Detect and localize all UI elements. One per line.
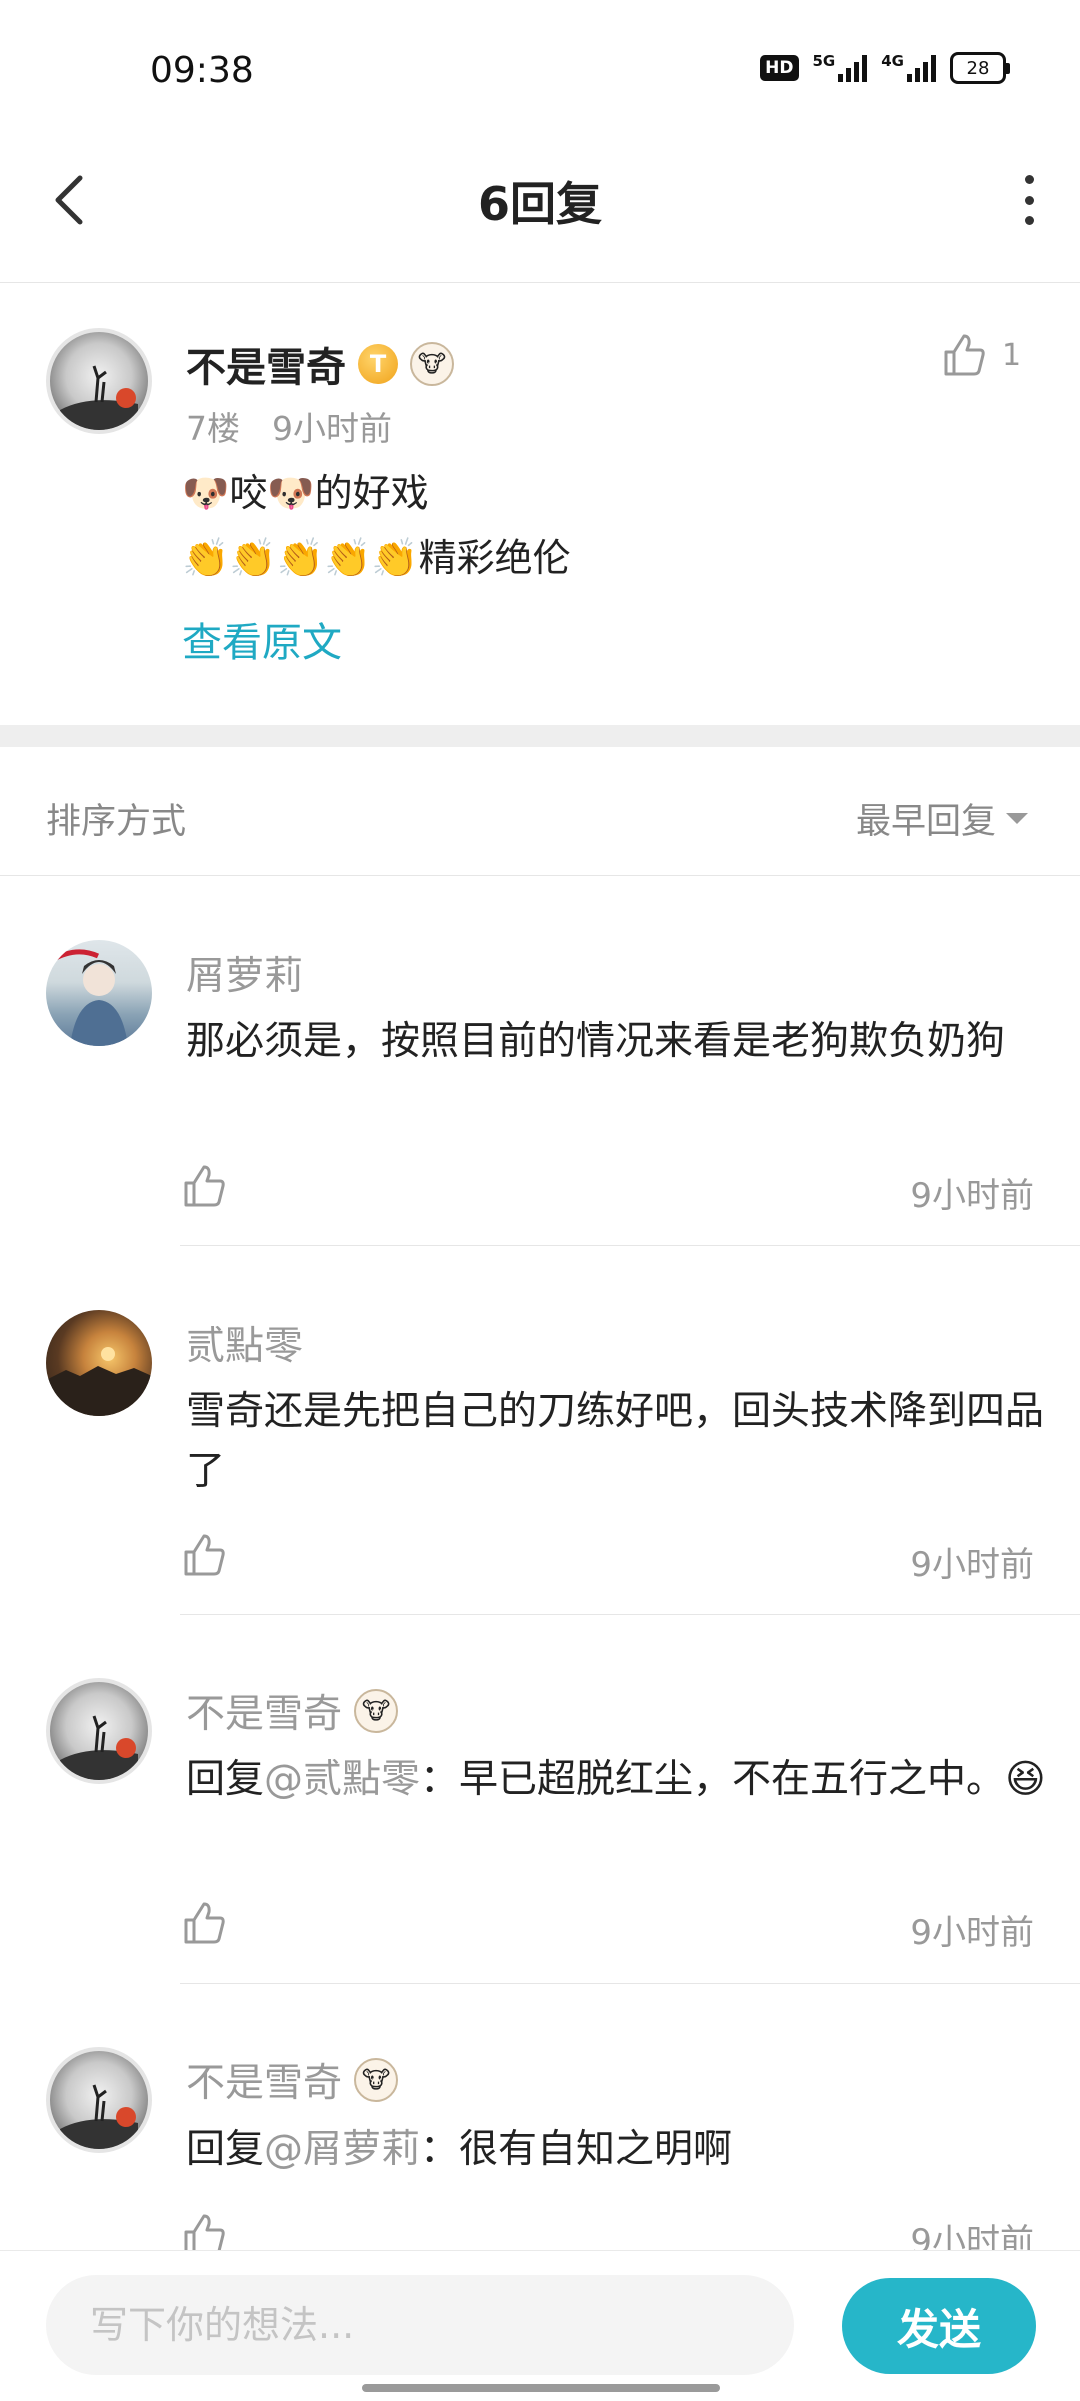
view-original-link[interactable]: 查看原文 (182, 610, 342, 668)
comment-input[interactable] (46, 2275, 794, 2375)
home-indicator[interactable] (362, 2384, 720, 2392)
avatar[interactable] (46, 2047, 152, 2153)
reply-divider (180, 1245, 1080, 1246)
sort-divider (0, 875, 1080, 876)
signal-5g-icon: 5G (813, 54, 868, 82)
level-badge-icon: T (358, 344, 398, 384)
thumbs-up-icon[interactable] (182, 1163, 226, 1209)
reply-author-row: 不是雪奇 🐮 (186, 2052, 399, 2108)
reply-text: 雪奇还是先把自己的刀练好吧，回头技术降到四品了 (186, 1389, 1045, 1494)
mention-link[interactable]: @屑萝莉 (264, 2127, 420, 2172)
reply-divider (180, 1614, 1080, 1615)
sort-value: 最早回复 (855, 802, 996, 842)
reply-time: 9小时前 (910, 1176, 1034, 1216)
status-icons: HD 5G 4G 28 (760, 52, 1010, 84)
reply-body: ：很有自知之明啊 (420, 2127, 733, 2172)
page-title: 6回复 (477, 177, 602, 231)
sort-label: 排序方式 (46, 802, 187, 842)
thumbs-up-icon[interactable] (942, 332, 986, 378)
op-floor: 7楼 (186, 409, 240, 448)
avatar[interactable] (46, 1310, 152, 1416)
avatar[interactable] (46, 328, 152, 434)
thumbs-up-icon[interactable] (182, 1532, 226, 1578)
section-separator (0, 725, 1080, 747)
op-author-row: 不是雪奇 T 🐮 (186, 335, 454, 393)
reply-author-name[interactable]: 贰點零 (186, 1315, 303, 1371)
op-text-line2: 👏👏👏👏👏精彩绝伦 (182, 536, 571, 580)
sort-dropdown[interactable]: 最早回复 (856, 793, 1028, 844)
reply-time: 9小时前 (910, 1913, 1034, 1953)
mention-link[interactable]: @贰點零 (264, 1757, 420, 1802)
status-time: 09:38 (150, 50, 254, 91)
thumbs-up-icon[interactable] (182, 1900, 226, 1946)
reply-text: 那必须是，按照目前的情况来看是老狗欺负奶狗 (186, 1019, 1006, 1064)
reply-author-row: 不是雪奇 🐮 (186, 1683, 399, 1739)
header-divider (0, 282, 1080, 283)
op-text-line1: 🐶咬🐶的好戏 (182, 471, 429, 515)
reply-text: 回复@贰點零：早已超脱红尘，不在五行之中。😆 (186, 1750, 1046, 1810)
reply-author-name[interactable]: 不是雪奇 (186, 1683, 342, 1739)
dropdown-arrow-icon (1006, 813, 1028, 824)
op-like-count: 1 (1002, 338, 1022, 373)
reply-prefix: 回复 (186, 1757, 265, 1802)
hd-voice-icon: HD (760, 55, 799, 81)
reply-prefix: 回复 (186, 2127, 265, 2172)
send-button[interactable]: 发送 (842, 2278, 1036, 2374)
op-time: 9小时前 (272, 409, 392, 448)
signal-4g-icon: 4G (881, 54, 936, 82)
battery-icon: 28 (950, 52, 1010, 84)
reply-body: ：早已超脱红尘，不在五行之中。😆 (420, 1757, 1046, 1802)
avatar[interactable] (46, 940, 152, 1046)
reply-author-name[interactable]: 不是雪奇 (186, 2052, 342, 2108)
more-options-icon[interactable] (1018, 175, 1040, 225)
avatar[interactable] (46, 1678, 152, 1784)
cow-badge-icon: 🐮 (354, 1689, 399, 1733)
cow-badge-icon: 🐮 (410, 342, 454, 386)
cow-badge-icon: 🐮 (354, 2058, 399, 2102)
reply-time: 9小时前 (910, 1545, 1034, 1585)
reply-author-name[interactable]: 屑萝莉 (186, 945, 303, 1001)
reply-text: 回复@屑萝莉：很有自知之明啊 (186, 2120, 1046, 2180)
op-author-name[interactable]: 不是雪奇 (186, 335, 346, 393)
reply-divider (180, 1983, 1080, 1984)
